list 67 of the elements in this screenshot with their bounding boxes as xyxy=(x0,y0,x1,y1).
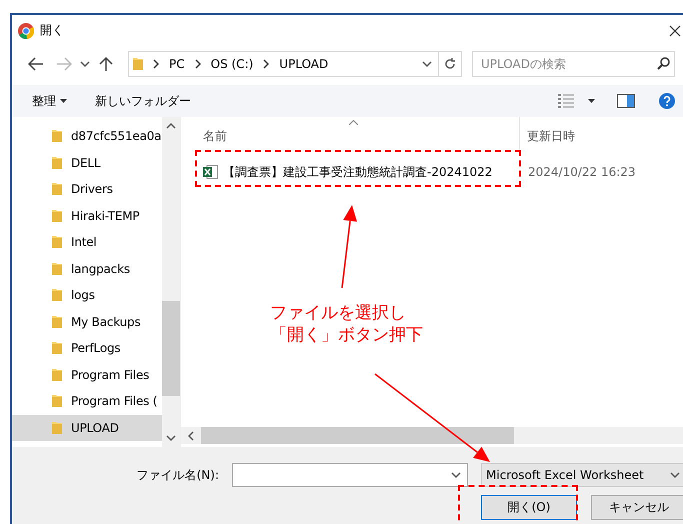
annotation-text: ファイルを選択し xyxy=(270,302,407,324)
close-icon[interactable] xyxy=(669,24,681,36)
organize-button[interactable]: 整理 xyxy=(28,90,71,112)
breadcrumb[interactable]: OS (C:) xyxy=(210,57,254,71)
folder-tree-item[interactable]: Drivers xyxy=(12,176,162,202)
scrollbar-thumb[interactable] xyxy=(162,301,180,396)
dropdown-icon xyxy=(451,470,461,480)
folder-tree-item[interactable]: PerfLogs xyxy=(12,335,162,362)
browser-logo-icon xyxy=(18,22,34,38)
folder-icon xyxy=(52,288,62,302)
help-icon[interactable] xyxy=(659,93,675,109)
horizontal-scrollbar[interactable] xyxy=(181,427,683,444)
file-type-dropdown[interactable]: Microsoft Excel Worksheet xyxy=(481,463,683,487)
folder-tree-item[interactable]: Intel xyxy=(12,229,162,256)
file-name-cell[interactable]: 【調査票】建設工事受注動態統計調査-20241022 xyxy=(181,164,520,180)
filename-label: ファイル名(N): xyxy=(136,466,219,484)
folder-tree-item[interactable]: Program Files xyxy=(12,362,162,388)
caret-icon xyxy=(60,99,67,103)
breadcrumb[interactable]: PC xyxy=(169,57,185,71)
recent-chevron-icon xyxy=(80,59,90,69)
modified-date-cell-text: 2024/10/22 16:23 xyxy=(527,165,636,179)
folder-icon xyxy=(52,314,62,329)
folder-icon xyxy=(52,156,62,170)
open-button[interactable]: 開く(O) xyxy=(481,495,577,520)
folder-tree-item[interactable]: Hiraki-TEMP xyxy=(12,202,162,229)
address-dropdown-icon xyxy=(422,59,432,69)
scroll-up-icon xyxy=(166,121,176,131)
separator-chevron-icon xyxy=(192,59,203,69)
folder-icon xyxy=(52,394,62,408)
address-bar[interactable]: PC OS (C:) UPLOAD xyxy=(128,51,462,77)
scroll-left-icon xyxy=(186,430,196,440)
folder-tree-item[interactable]: Program Files ( xyxy=(12,388,162,414)
folder-icon xyxy=(133,57,143,71)
folder-icon xyxy=(52,129,62,144)
annotation-text: 「開く」ボタン押下 xyxy=(270,324,423,346)
folder-icon xyxy=(52,208,62,223)
view-caret-icon[interactable] xyxy=(588,99,595,103)
folder-icon xyxy=(52,341,62,356)
folder-tree-item[interactable]: d87cfc551ea0a xyxy=(12,123,162,150)
folder-tree-item[interactable]: UPLOAD xyxy=(12,414,162,441)
vertical-scrollbar[interactable] xyxy=(162,117,180,447)
scroll-down-icon xyxy=(166,433,176,443)
column-header[interactable]: 名前 xyxy=(181,117,520,155)
search-icon[interactable] xyxy=(657,57,670,70)
search-field[interactable]: UPLOADの検索 xyxy=(472,51,675,77)
scrollbar-thumb[interactable] xyxy=(201,427,514,444)
folder-icon xyxy=(52,235,62,250)
spreadsheet-file-icon xyxy=(203,165,218,179)
folder-tree-item[interactable]: langpacks xyxy=(12,256,162,282)
window-title: 開く xyxy=(40,22,65,39)
new-folder-button[interactable]: 新しいフォルダー xyxy=(91,90,195,112)
folder-tree-item[interactable]: DELL xyxy=(12,150,162,176)
breadcrumb[interactable]: UPLOAD xyxy=(279,57,328,71)
column-header[interactable]: 更新日時 xyxy=(520,128,670,144)
folder-icon xyxy=(52,182,62,196)
folder-icon xyxy=(52,262,62,276)
separator-chevron-icon xyxy=(151,59,161,69)
view-list-icon[interactable] xyxy=(558,94,574,108)
cancel-button[interactable]: キャンセル xyxy=(591,495,683,520)
preview-pane-icon[interactable] xyxy=(617,94,635,108)
folder-tree-item[interactable]: My Backups xyxy=(12,308,162,335)
folder-tree-item[interactable]: logs xyxy=(12,282,162,308)
folder-icon xyxy=(52,420,62,435)
separator-chevron-icon xyxy=(261,59,272,69)
folder-icon xyxy=(52,368,62,382)
dropdown-icon xyxy=(670,470,680,480)
filename-field[interactable] xyxy=(232,463,468,487)
